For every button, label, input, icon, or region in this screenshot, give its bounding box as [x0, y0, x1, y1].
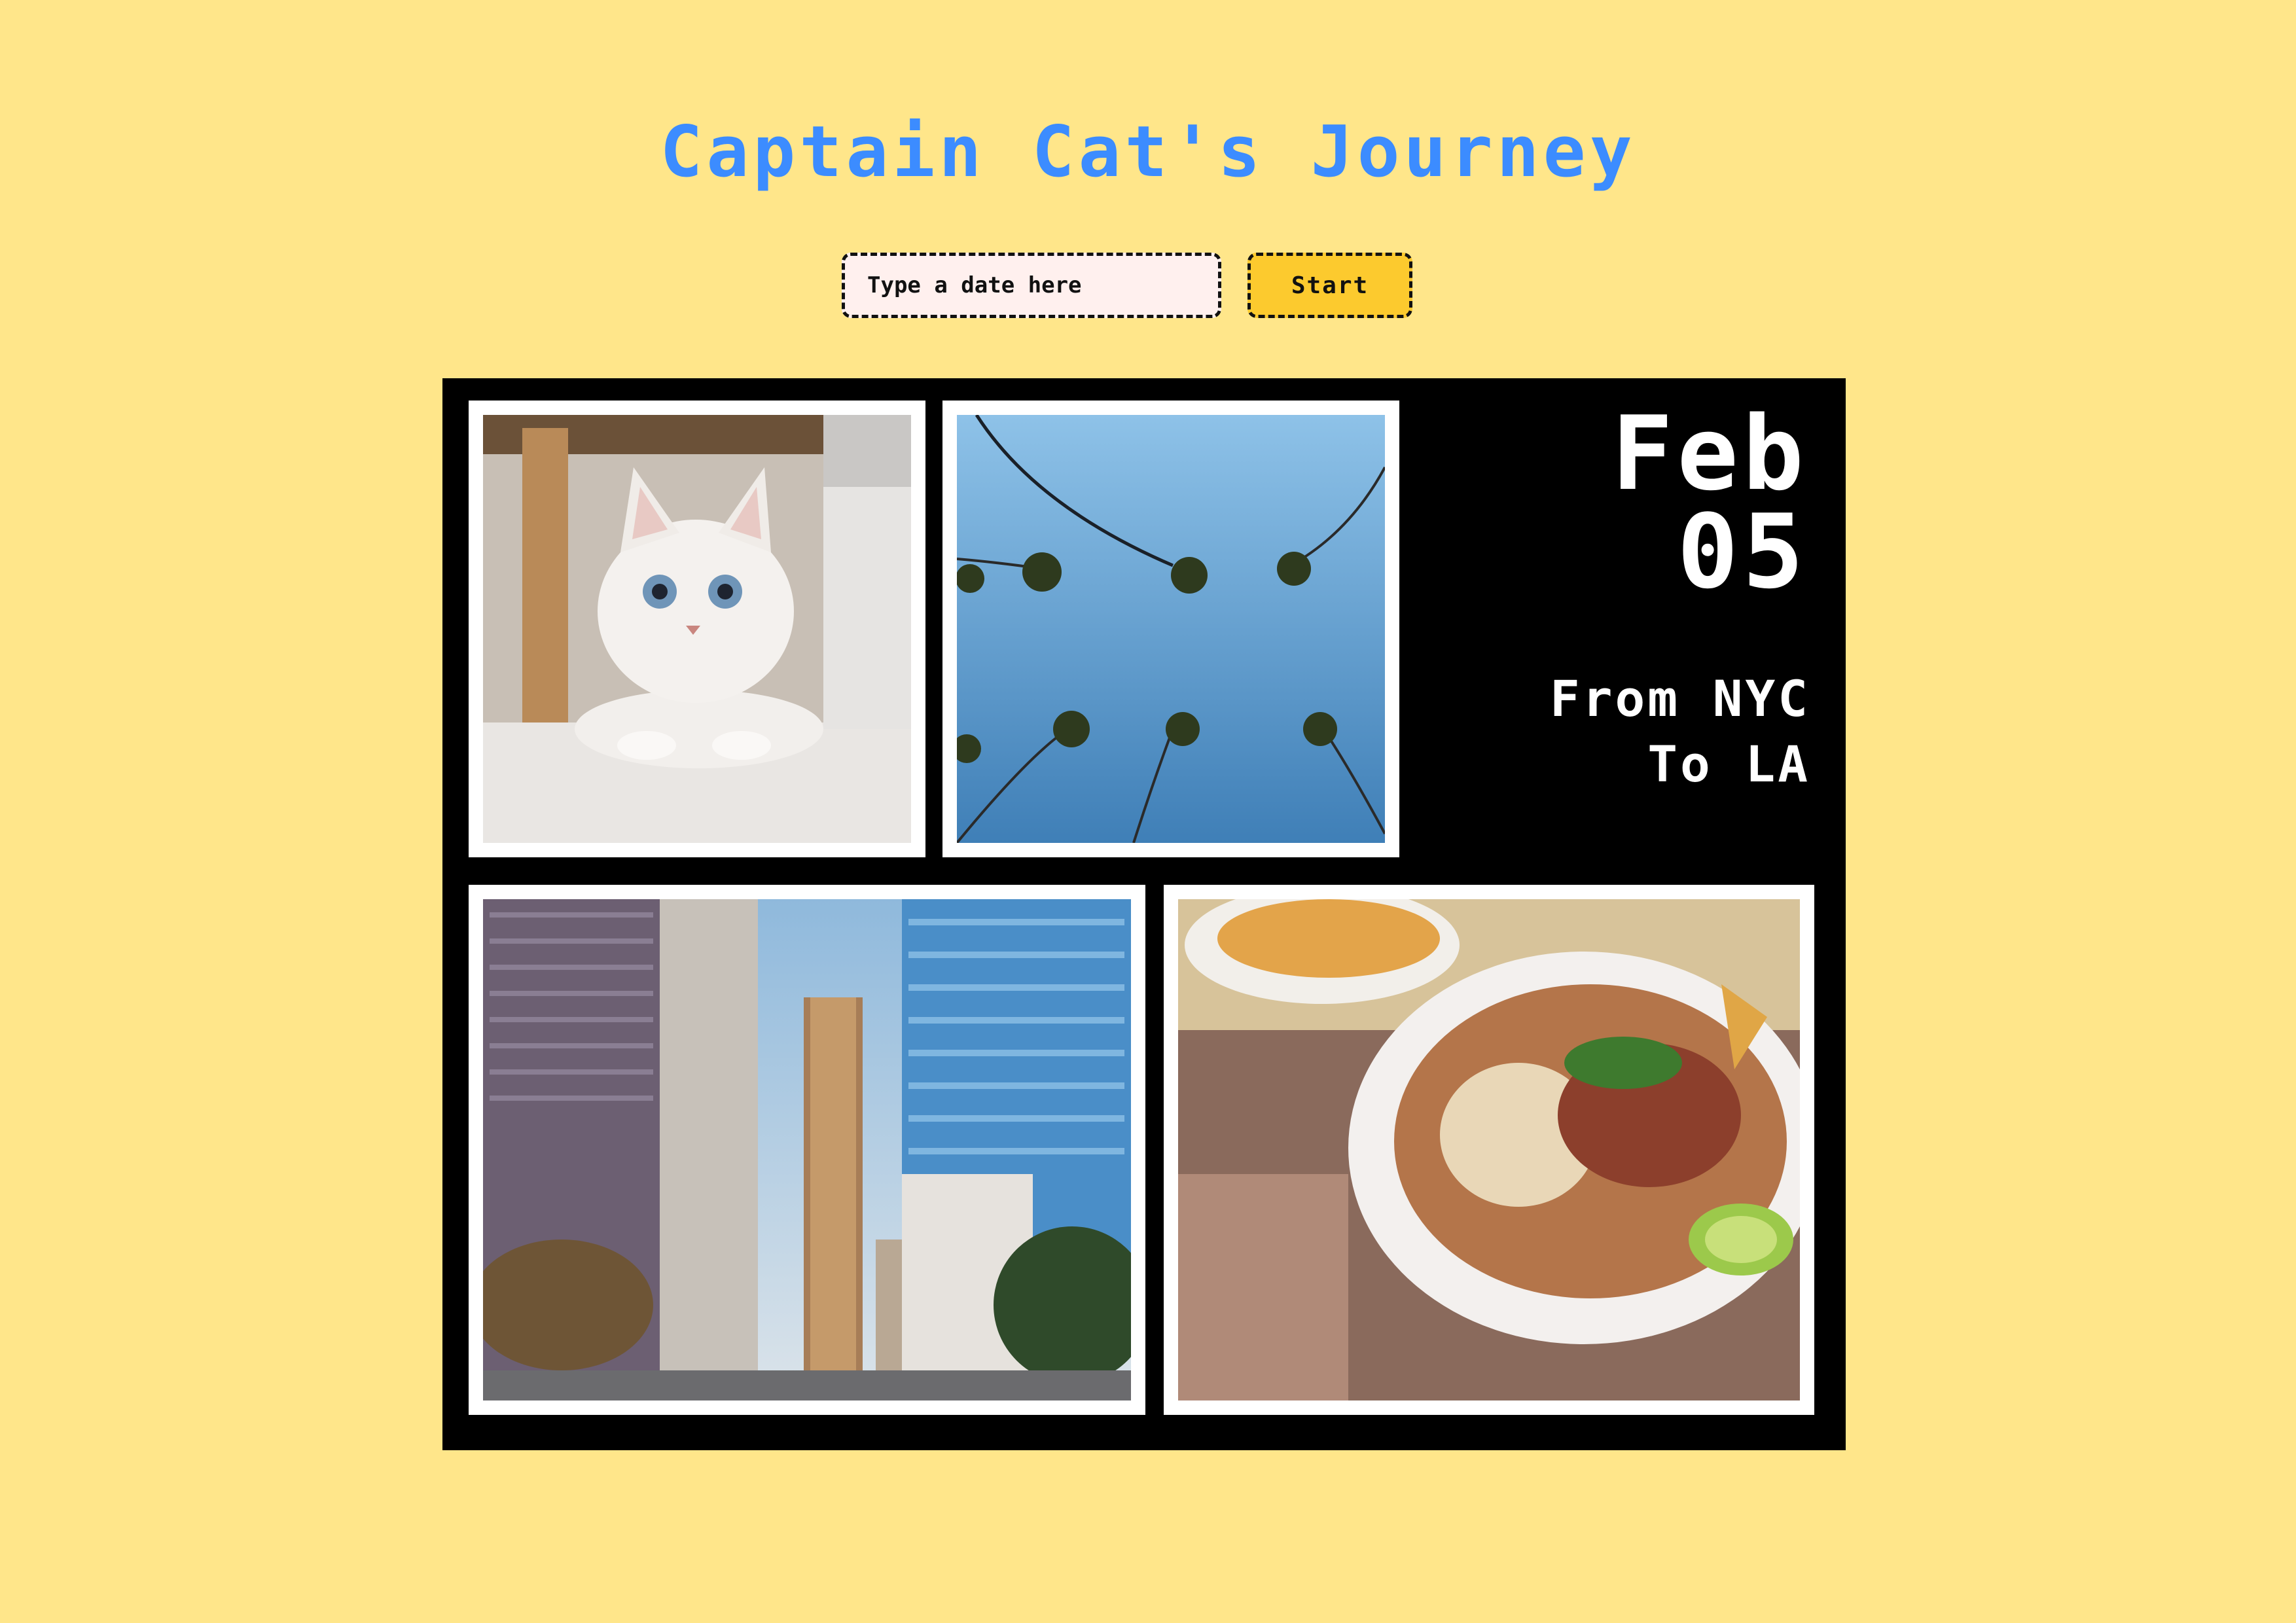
- month-label: Feb: [1611, 394, 1808, 513]
- page-title: Captain Cat's Journey: [660, 111, 1636, 193]
- cat-image: [483, 415, 911, 843]
- palm-trees-photo: [942, 401, 1399, 857]
- route-from-label: From NYC: [1549, 669, 1810, 728]
- cat-photo: [469, 401, 925, 857]
- start-button[interactable]: Start: [1247, 253, 1412, 318]
- postcard-board: Feb 05 From NYC To LA: [442, 378, 1846, 1450]
- date-input[interactable]: [842, 253, 1221, 318]
- food-bowl-image: [1178, 899, 1800, 1400]
- city-skyline-photo: [469, 885, 1145, 1415]
- route-to-label: To LA: [1647, 735, 1810, 793]
- palm-trees-image: [957, 415, 1385, 843]
- day-label: 05: [1677, 492, 1808, 611]
- route-display: From NYC To LA: [1405, 666, 1810, 797]
- food-bowl-photo: [1164, 885, 1814, 1415]
- date-display: Feb 05: [1441, 394, 1808, 611]
- city-skyline-image: [483, 899, 1131, 1400]
